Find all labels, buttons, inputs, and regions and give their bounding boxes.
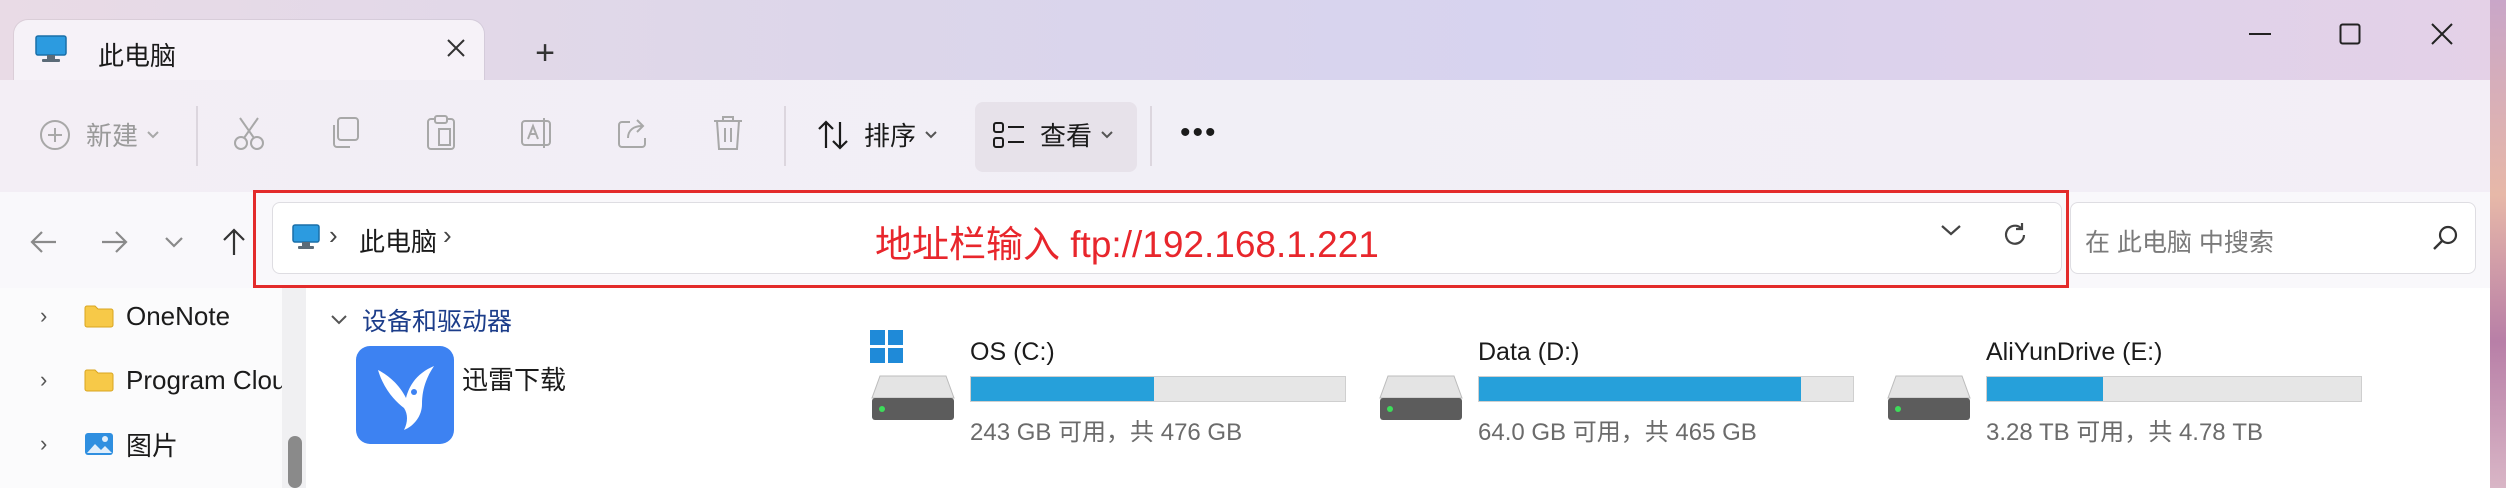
toolbar-separator [784, 106, 786, 166]
drive-usage-bar [970, 376, 1346, 402]
sidebar-item-label: Program Clou [126, 364, 287, 395]
rename-icon [521, 118, 551, 148]
copy-icon [333, 117, 359, 148]
view-list-icon [993, 121, 1024, 148]
folder-icon [84, 369, 114, 392]
copy-button[interactable] [328, 116, 362, 150]
arrow-up-icon [223, 228, 245, 255]
plus-circle-icon [40, 119, 70, 150]
paste-icon [427, 115, 455, 150]
paste-button[interactable] [424, 114, 458, 152]
drive-usage-fill [1479, 377, 1801, 401]
drive-usage-fill [1987, 377, 2103, 401]
share-icon [618, 119, 646, 148]
maximize-icon [2339, 23, 2361, 45]
navigation-pane: › OneNote › Program Clou › 图片 [0, 288, 286, 488]
delete-button[interactable] [712, 114, 744, 152]
computer-icon [35, 35, 67, 62]
chevron-down-icon [925, 130, 937, 138]
close-window-button[interactable] [2406, 6, 2478, 62]
annotation-text: 地址栏输入 ftp://192.168.1.221 [875, 224, 1379, 265]
sidebar-item-pictures[interactable]: › 图片 [40, 420, 178, 468]
drive-usage-text: 243 GB 可用，共 476 GB [970, 419, 1243, 446]
sidebar-item-label: OneNote [126, 300, 231, 331]
forward-button[interactable] [90, 218, 138, 266]
maximize-button[interactable] [2314, 6, 2386, 62]
group-header-devices[interactable]: 设备和驱动器 [330, 302, 512, 338]
close-icon [447, 39, 465, 57]
drive-name: Data (D:) [1478, 338, 1580, 366]
delete-icon [714, 116, 742, 150]
rename-button[interactable] [520, 116, 556, 150]
search-box[interactable]: 在 此电脑 中搜索 [2070, 202, 2476, 274]
drive-usage-fill [971, 377, 1155, 401]
search-icon [2433, 225, 2458, 250]
back-button[interactable] [20, 218, 68, 266]
drive-usage-bar [1478, 376, 1854, 402]
drive-name: AliYunDrive (E:) [1986, 338, 2163, 366]
chevron-right-icon[interactable]: › [40, 431, 70, 457]
toolbar-separator [1150, 106, 1152, 166]
drive-usage-text: 64.0 GB 可用，共 465 GB [1478, 419, 1757, 446]
minimize-button[interactable] [2224, 6, 2296, 62]
sidebar-item-onenote[interactable]: › OneNote [40, 292, 230, 340]
search-placeholder: 在 此电脑 中搜索 [2085, 229, 2274, 257]
drive-usage-text: 3.28 TB 可用，共 4.78 TB [1986, 419, 2263, 446]
arrow-right-icon [102, 231, 128, 253]
app-thunder-download-icon[interactable] [356, 346, 454, 444]
chevron-down-icon [1101, 130, 1113, 138]
drive-usage-bar [1986, 376, 2362, 402]
view-label: 查看 [1040, 121, 1093, 151]
sidebar-item-label: 图片 [126, 430, 179, 461]
pictures-icon [85, 433, 113, 455]
group-header-label: 设备和驱动器 [362, 308, 513, 336]
title-bar: 此电脑 + [0, 0, 2490, 82]
close-icon [2431, 23, 2453, 45]
up-button[interactable] [210, 218, 258, 266]
command-bar: 新建 排序 查看 ••• [0, 80, 2490, 192]
desktop-wallpaper-edge [2490, 0, 2506, 488]
drive-name: OS (C:) [970, 338, 1055, 366]
recent-locations-button[interactable] [150, 218, 198, 266]
new-button[interactable]: 新建 [38, 116, 160, 153]
hard-drive-icon [1887, 375, 1971, 420]
minimize-icon [2249, 33, 2271, 35]
drive-e[interactable]: AliYunDrive (E:) 3.28 TB 可用，共 4.78 TB [1886, 338, 2406, 448]
sidebar-item-program-cloud[interactable]: › Program Clou [40, 356, 286, 404]
share-button[interactable] [616, 116, 650, 150]
sort-label: 排序 [864, 121, 917, 151]
chevron-right-icon[interactable]: › [40, 367, 70, 393]
folder-icon [84, 305, 114, 328]
content-area: › OneNote › Program Clou › 图片 设备和驱动器 迅雷下… [0, 288, 2490, 488]
drive-d[interactable]: Data (D:) 64.0 GB 可用，共 465 GB [1378, 338, 1898, 448]
scrollbar-thumb[interactable] [288, 436, 302, 488]
tab-label: 此电脑 [98, 41, 177, 71]
windows-logo-icon [870, 330, 903, 363]
arrow-left-icon [30, 231, 56, 253]
drive-c[interactable]: OS (C:) 243 GB 可用，共 476 GB [870, 330, 1390, 448]
chevron-down-icon [331, 315, 347, 325]
sort-icon [818, 119, 848, 150]
hard-drive-icon [1379, 375, 1463, 420]
chevron-down-icon [147, 130, 159, 138]
more-options-button[interactable]: ••• [1180, 116, 1218, 150]
bird-logo-icon [378, 366, 434, 430]
view-button[interactable]: 查看 [992, 116, 1114, 153]
sort-button[interactable]: 排序 [816, 116, 938, 153]
chevron-right-icon[interactable]: › [40, 303, 70, 329]
tab-this-pc[interactable]: 此电脑 [14, 20, 484, 82]
new-label: 新建 [86, 121, 139, 151]
cut-icon [234, 117, 264, 150]
chevron-down-icon [165, 237, 183, 248]
app-label[interactable]: 迅雷下载 [462, 360, 566, 397]
close-tab-button[interactable] [434, 26, 478, 70]
cut-button[interactable] [232, 116, 266, 152]
hard-drive-icon [871, 375, 955, 420]
new-tab-button[interactable]: + [520, 28, 570, 78]
toolbar-separator [196, 106, 198, 166]
